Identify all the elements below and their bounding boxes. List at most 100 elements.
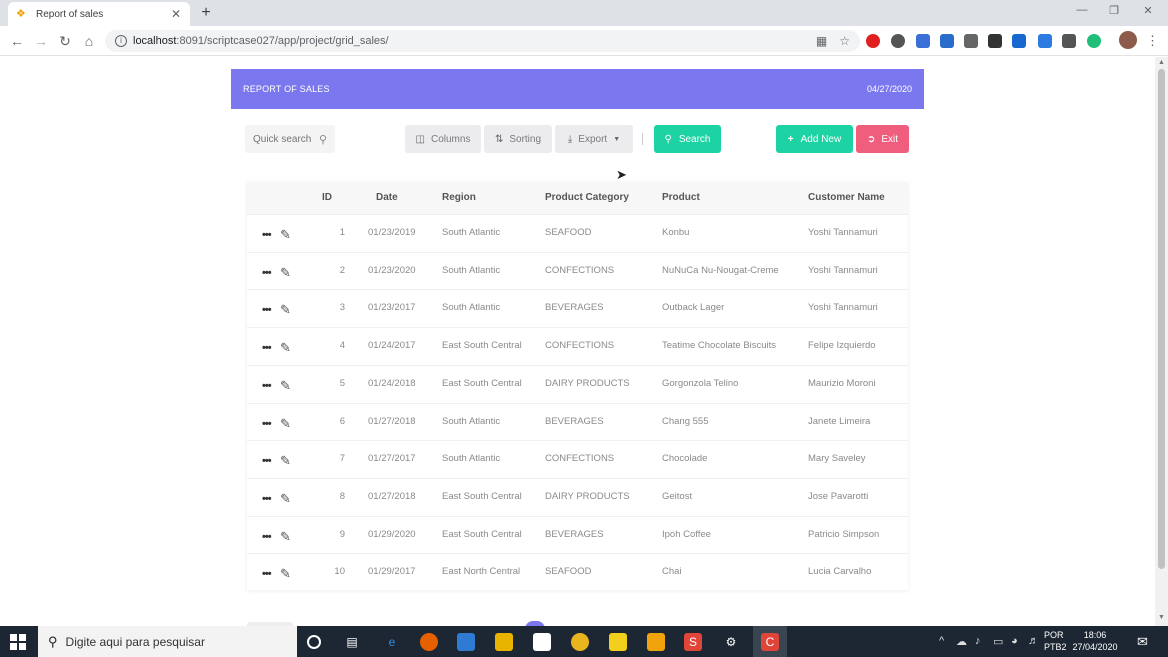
grammarly-extension-icon[interactable]	[1087, 34, 1101, 48]
table-row[interactable]: ••• ✎ 4 01/24/2017 East South Central CONFECT…	[247, 327, 908, 365]
edit-icon[interactable]: ✎	[280, 217, 291, 253]
system-clock[interactable]: 18:06 27/04/2020	[1060, 629, 1130, 653]
scroll-down-icon[interactable]: ▼	[1158, 614, 1165, 621]
extension-icon[interactable]	[988, 34, 1002, 48]
search-button[interactable]: ⚲ Search	[654, 125, 721, 153]
edit-icon[interactable]: ✎	[280, 330, 291, 366]
column-header-customer-name[interactable]: Customer Name	[808, 182, 885, 214]
chrome-icon[interactable]	[571, 633, 589, 651]
edge-icon[interactable]: e	[383, 633, 401, 651]
scroll-up-icon[interactable]: ▲	[1158, 59, 1165, 66]
file-explorer-icon[interactable]	[495, 633, 513, 651]
table-row[interactable]: ••• ✎ 7 01/27/2017 South Atlantic CONFECTIONS…	[247, 440, 908, 478]
forward-icon[interactable]: →	[32, 32, 50, 50]
column-header-date[interactable]: Date	[376, 182, 398, 214]
row-actions-icon[interactable]: •••	[262, 443, 272, 479]
edit-icon[interactable]: ✎	[280, 368, 291, 404]
column-header-id[interactable]: ID	[322, 182, 332, 214]
quick-search[interactable]: ⚲	[245, 125, 335, 153]
extension-icon[interactable]	[1062, 34, 1076, 48]
cortana-icon[interactable]	[307, 635, 321, 649]
network-icon[interactable]: ☁	[956, 635, 967, 648]
sticky-notes-icon[interactable]	[609, 633, 627, 651]
edit-icon[interactable]: ✎	[280, 255, 291, 291]
scriptcase-icon[interactable]	[647, 633, 665, 651]
notification-center-icon[interactable]: ✉	[1137, 634, 1148, 650]
export-button[interactable]: ⤓ Export ▼	[555, 125, 633, 153]
url-field[interactable]: i localhost :8091/scriptcase027/app/proj…	[105, 30, 860, 52]
table-row[interactable]: ••• ✎ 5 01/24/2018 East South Central DAIRY P…	[247, 364, 908, 404]
tray-expand-icon[interactable]: ^	[939, 635, 944, 647]
wifi-icon[interactable]: ◕	[1011, 635, 1018, 647]
row-actions-icon[interactable]: •••	[262, 292, 272, 328]
edit-icon[interactable]: ✎	[280, 443, 291, 479]
back-icon[interactable]: ←	[8, 32, 26, 50]
window-close-icon[interactable]: ✕	[1138, 4, 1158, 17]
table-row[interactable]: ••• ✎ 6 01/27/2018 South Atlantic BEVERAGES Ch…	[247, 402, 908, 442]
table-row[interactable]: ••• ✎ 8 01/27/2018 East South Central DAIRY P…	[247, 477, 908, 517]
browser-menu-icon[interactable]: ⋮	[1146, 33, 1159, 49]
row-actions-icon[interactable]: •••	[262, 481, 272, 517]
task-view-icon[interactable]: ▤	[343, 633, 361, 651]
app-s-icon[interactable]: S	[684, 633, 702, 651]
edit-icon[interactable]: ✎	[280, 406, 291, 442]
table-row[interactable]: ••• ✎ 10 01/29/2017 East North Central SEAFOO…	[247, 553, 908, 591]
column-header-product[interactable]: Product	[662, 182, 700, 214]
firefox-icon[interactable]	[420, 633, 438, 651]
exit-label: Exit	[881, 133, 899, 145]
extension-icon[interactable]	[964, 34, 978, 48]
extension-icon[interactable]	[1012, 34, 1026, 48]
edit-icon[interactable]: ✎	[280, 292, 291, 328]
translate-icon[interactable]: ▦	[816, 34, 827, 48]
close-tab-icon[interactable]: ✕	[170, 7, 182, 21]
profile-avatar[interactable]	[1119, 31, 1137, 49]
volume-icon[interactable]: ♬	[1028, 635, 1039, 647]
home-icon[interactable]: ⌂	[80, 32, 98, 50]
row-actions-icon[interactable]: •••	[262, 217, 272, 253]
taskbar-search[interactable]: ⚲ Digite aqui para pesquisar	[38, 626, 297, 657]
store-icon[interactable]	[533, 633, 551, 651]
scrollbar-thumb[interactable]	[1158, 69, 1165, 569]
table-row[interactable]: ••• ✎ 9 01/29/2020 East South Central BEVERAG…	[247, 515, 908, 555]
extension-icon[interactable]	[916, 34, 930, 48]
sorting-button[interactable]: ⇅ Sorting	[484, 125, 552, 153]
row-actions-icon[interactable]: •••	[262, 330, 272, 366]
extension-icon[interactable]	[891, 34, 905, 48]
edit-icon[interactable]: ✎	[280, 556, 291, 592]
table-row[interactable]: ••• ✎ 1 01/23/2019 South Atlantic SEAFOOD Konb…	[247, 214, 908, 252]
row-actions-icon[interactable]: •••	[262, 406, 272, 442]
row-actions-icon[interactable]: •••	[262, 556, 272, 592]
page-scrollbar[interactable]: ▲ ▼	[1155, 57, 1168, 626]
edit-icon[interactable]: ✎	[280, 481, 291, 517]
row-actions-icon[interactable]: •••	[262, 255, 272, 291]
column-header-region[interactable]: Region	[442, 182, 476, 214]
columns-button[interactable]: ◫ Columns	[405, 125, 481, 153]
battery-icon[interactable]: ▭	[993, 635, 1003, 648]
settings-gear-icon[interactable]: ⚙	[722, 633, 740, 651]
column-header-product-category[interactable]: Product Category	[545, 182, 629, 214]
table-row[interactable]: ••• ✎ 2 01/23/2020 South Atlantic CONFECTIONS…	[247, 251, 908, 291]
restore-icon[interactable]: ❐	[1104, 4, 1124, 17]
add-new-button[interactable]: + Add New	[776, 125, 853, 153]
edit-icon[interactable]: ✎	[280, 519, 291, 555]
reload-icon[interactable]: ↻	[56, 32, 74, 50]
microphone-icon[interactable]: ♪	[975, 635, 981, 647]
bookmark-star-icon[interactable]: ☆	[839, 34, 850, 48]
row-actions-icon[interactable]: •••	[262, 519, 272, 555]
site-info-icon[interactable]: i	[115, 35, 127, 47]
extension-icon[interactable]	[940, 34, 954, 48]
table-row[interactable]: ••• ✎ 3 01/23/2017 South Atlantic BEVERAGES Ou…	[247, 289, 908, 327]
quick-search-input[interactable]	[253, 133, 313, 145]
app-c-icon[interactable]: C	[761, 633, 779, 651]
windows-start-icon[interactable]	[10, 634, 26, 650]
extension-icon[interactable]	[1038, 34, 1052, 48]
exit-button[interactable]: ➲ Exit	[856, 125, 909, 153]
browser-tab[interactable]: ❖ Report of sales ✕	[8, 2, 190, 26]
cell-region: East South Central	[442, 340, 522, 352]
row-actions-icon[interactable]: •••	[262, 368, 272, 404]
search-icon[interactable]: ⚲	[319, 133, 327, 146]
mail-icon[interactable]	[457, 633, 475, 651]
minimize-icon[interactable]: —	[1072, 4, 1092, 16]
opera-extension-icon[interactable]	[866, 34, 880, 48]
new-tab-icon[interactable]: +	[198, 4, 214, 22]
